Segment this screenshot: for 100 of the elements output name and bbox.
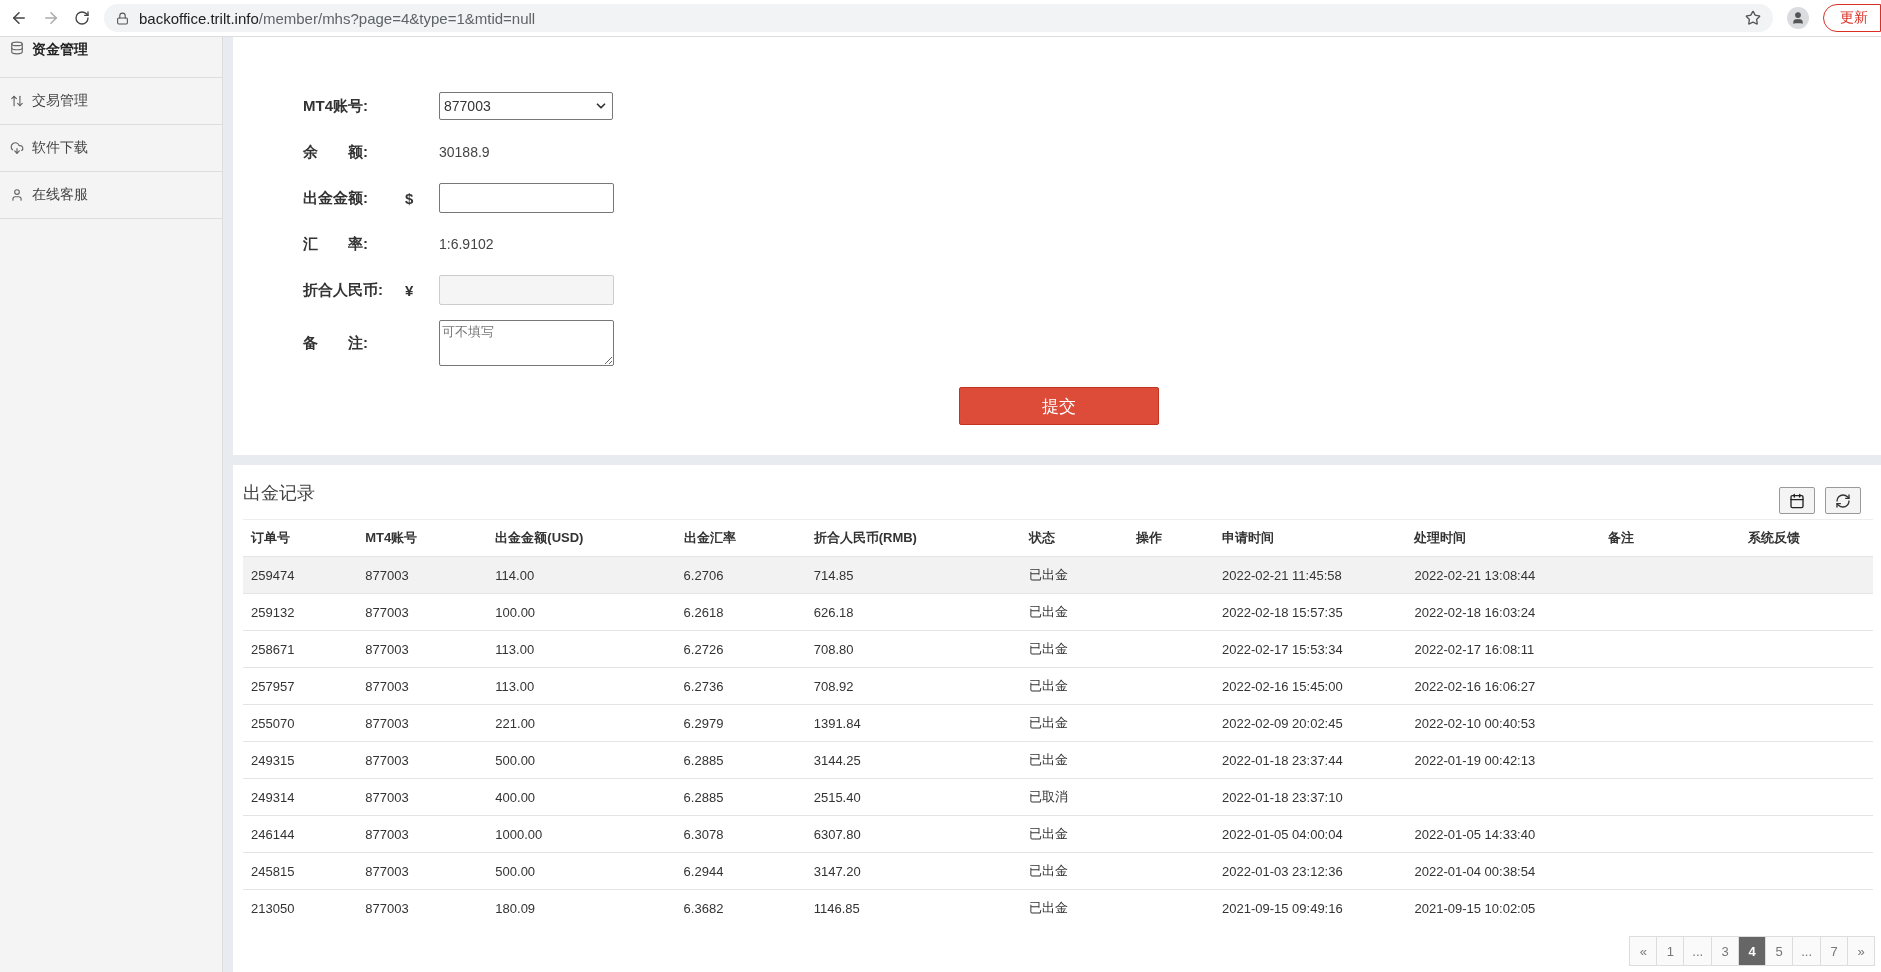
url-text: backoffice.trilt.info/member/mhs?page=4&type=1&mtid=null: [139, 9, 537, 27]
table-cell: 2022-02-21 13:08:44: [1406, 556, 1601, 594]
field-label: 汇 率:: [303, 234, 369, 254]
sidebar-item[interactable]: 在线客服: [0, 172, 222, 219]
user-icon: [1791, 11, 1805, 25]
table-cell: 6.2885: [675, 741, 806, 779]
table-cell: 100.00: [487, 593, 676, 631]
table-cell: 2022-01-18 23:37:10: [1213, 778, 1407, 816]
field-label: 出金金额:: [303, 188, 369, 208]
table-cell: 已出金: [1021, 667, 1129, 705]
page-link[interactable]: »: [1847, 936, 1875, 966]
remark-input[interactable]: 可不填写: [439, 320, 614, 366]
table-cell: 877003: [357, 667, 488, 705]
column-header: 折合人民币(RMB): [805, 520, 1022, 557]
table-cell: 6.3682: [675, 889, 806, 926]
page-link[interactable]: 4: [1738, 936, 1767, 966]
table-cell: 已出金: [1021, 889, 1129, 926]
table-cell: 259474: [243, 556, 358, 594]
back-icon[interactable]: [10, 9, 28, 27]
arrows-icon: [10, 94, 24, 108]
records-title: 出金记录: [243, 482, 315, 505]
table-cell: 877003: [357, 630, 488, 668]
page-link[interactable]: 7: [1820, 936, 1848, 966]
address-bar[interactable]: backoffice.trilt.info/member/mhs?page=4&type=1&mtid=null: [104, 4, 1773, 32]
table-cell: 2022-02-16 15:45:00: [1213, 667, 1407, 705]
account-select[interactable]: 877003: [439, 92, 613, 120]
table-cell: 已出金: [1021, 593, 1129, 631]
table-cell: 2515.40: [805, 778, 1022, 816]
column-header: 系统反馈: [1739, 520, 1873, 557]
table-cell: 2022-02-16 16:06:27: [1406, 667, 1601, 705]
page-link[interactable]: 3: [1711, 936, 1740, 966]
table-cell: 2022-02-17 15:53:34: [1213, 630, 1407, 668]
table-cell: 249315: [243, 741, 358, 779]
calendar-icon: [1789, 492, 1805, 509]
table-cell: 3144.25: [805, 741, 1022, 779]
star-icon[interactable]: [1745, 10, 1761, 26]
table-cell: 257957: [243, 667, 358, 705]
refresh-icon: [1835, 492, 1851, 509]
page-link[interactable]: «: [1629, 936, 1658, 966]
table-cell: 1391.84: [805, 704, 1022, 742]
table-cell: 2022-02-09 20:02:45: [1213, 704, 1407, 742]
table-cell: 180.09: [487, 889, 676, 926]
table-cell: 877003: [357, 778, 488, 816]
column-header: 申请时间: [1213, 520, 1407, 557]
table-cell: 6307.80: [805, 815, 1022, 853]
submit-button[interactable]: 提交: [959, 387, 1159, 425]
table-cell: 3147.20: [805, 852, 1022, 890]
table-cell: 221.00: [487, 704, 676, 742]
column-header: 处理时间: [1406, 520, 1601, 557]
table-cell: 113.00: [487, 667, 676, 705]
table-cell: 400.00: [487, 778, 676, 816]
table-cell: 已出金: [1021, 556, 1129, 594]
profile-avatar[interactable]: [1787, 7, 1809, 29]
table-cell: 2022-01-05 04:00:04: [1213, 815, 1407, 853]
sidebar-item[interactable]: 软件下载: [0, 125, 222, 172]
column-header: 订单号: [243, 520, 358, 557]
page-link[interactable]: 1: [1656, 936, 1685, 966]
table-cell: 877003: [357, 852, 488, 890]
column-header: 状态: [1021, 520, 1129, 557]
table-cell: 259132: [243, 593, 358, 631]
reload-icon[interactable]: [74, 10, 90, 26]
table-cell: 708.80: [805, 630, 1022, 668]
page-link[interactable]: ...: [1683, 936, 1713, 966]
sidebar-item[interactable]: 交易管理: [0, 78, 222, 125]
update-button[interactable]: 更新: [1823, 4, 1881, 32]
calendar-button[interactable]: [1779, 487, 1815, 514]
field-label: MT4账号:: [303, 96, 369, 116]
table-cell: 877003: [357, 741, 488, 779]
table-cell: 877003: [357, 815, 488, 853]
table-cell: 6.2736: [675, 667, 806, 705]
table-cell: 113.00: [487, 630, 676, 668]
sidebar-item[interactable]: 资金管理: [0, 37, 222, 78]
table-cell: 2021-09-15 09:49:16: [1213, 889, 1407, 926]
column-header: 操作: [1128, 520, 1214, 557]
table-cell: 877003: [357, 889, 488, 926]
page-link[interactable]: 5: [1765, 936, 1794, 966]
table-cell: 255070: [243, 704, 358, 742]
refresh-button[interactable]: [1825, 487, 1861, 514]
table-cell: 6.3078: [675, 815, 806, 853]
table-cell: 2022-02-17 16:08:11: [1406, 630, 1601, 668]
table-cell: 877003: [357, 704, 488, 742]
field-label: 备 注:: [303, 333, 369, 353]
column-header: 备注: [1600, 520, 1740, 557]
table-cell: 6.2726: [675, 630, 806, 668]
table-cell: 6.2979: [675, 704, 806, 742]
page-link[interactable]: ...: [1792, 936, 1821, 966]
field-label: 余 额:: [303, 142, 369, 162]
table-cell: 2022-02-10 00:40:53: [1406, 704, 1601, 742]
field-value: 1:6.9102: [439, 236, 494, 252]
table-cell: 2021-09-15 10:02:05: [1406, 889, 1601, 926]
table-cell: 已出金: [1021, 852, 1129, 890]
table-cell: 500.00: [487, 852, 676, 890]
table-cell: 6.2706: [675, 556, 806, 594]
table-cell: 2022-01-18 23:37:44: [1213, 741, 1407, 779]
amount-input[interactable]: [439, 183, 614, 213]
table-cell: 714.85: [805, 556, 1022, 594]
table-cell: 877003: [357, 556, 488, 594]
table-cell: 2022-01-03 23:12:36: [1213, 852, 1407, 890]
table-cell: 249314: [243, 778, 358, 816]
table-cell: 2022-02-18 16:03:24: [1406, 593, 1601, 631]
